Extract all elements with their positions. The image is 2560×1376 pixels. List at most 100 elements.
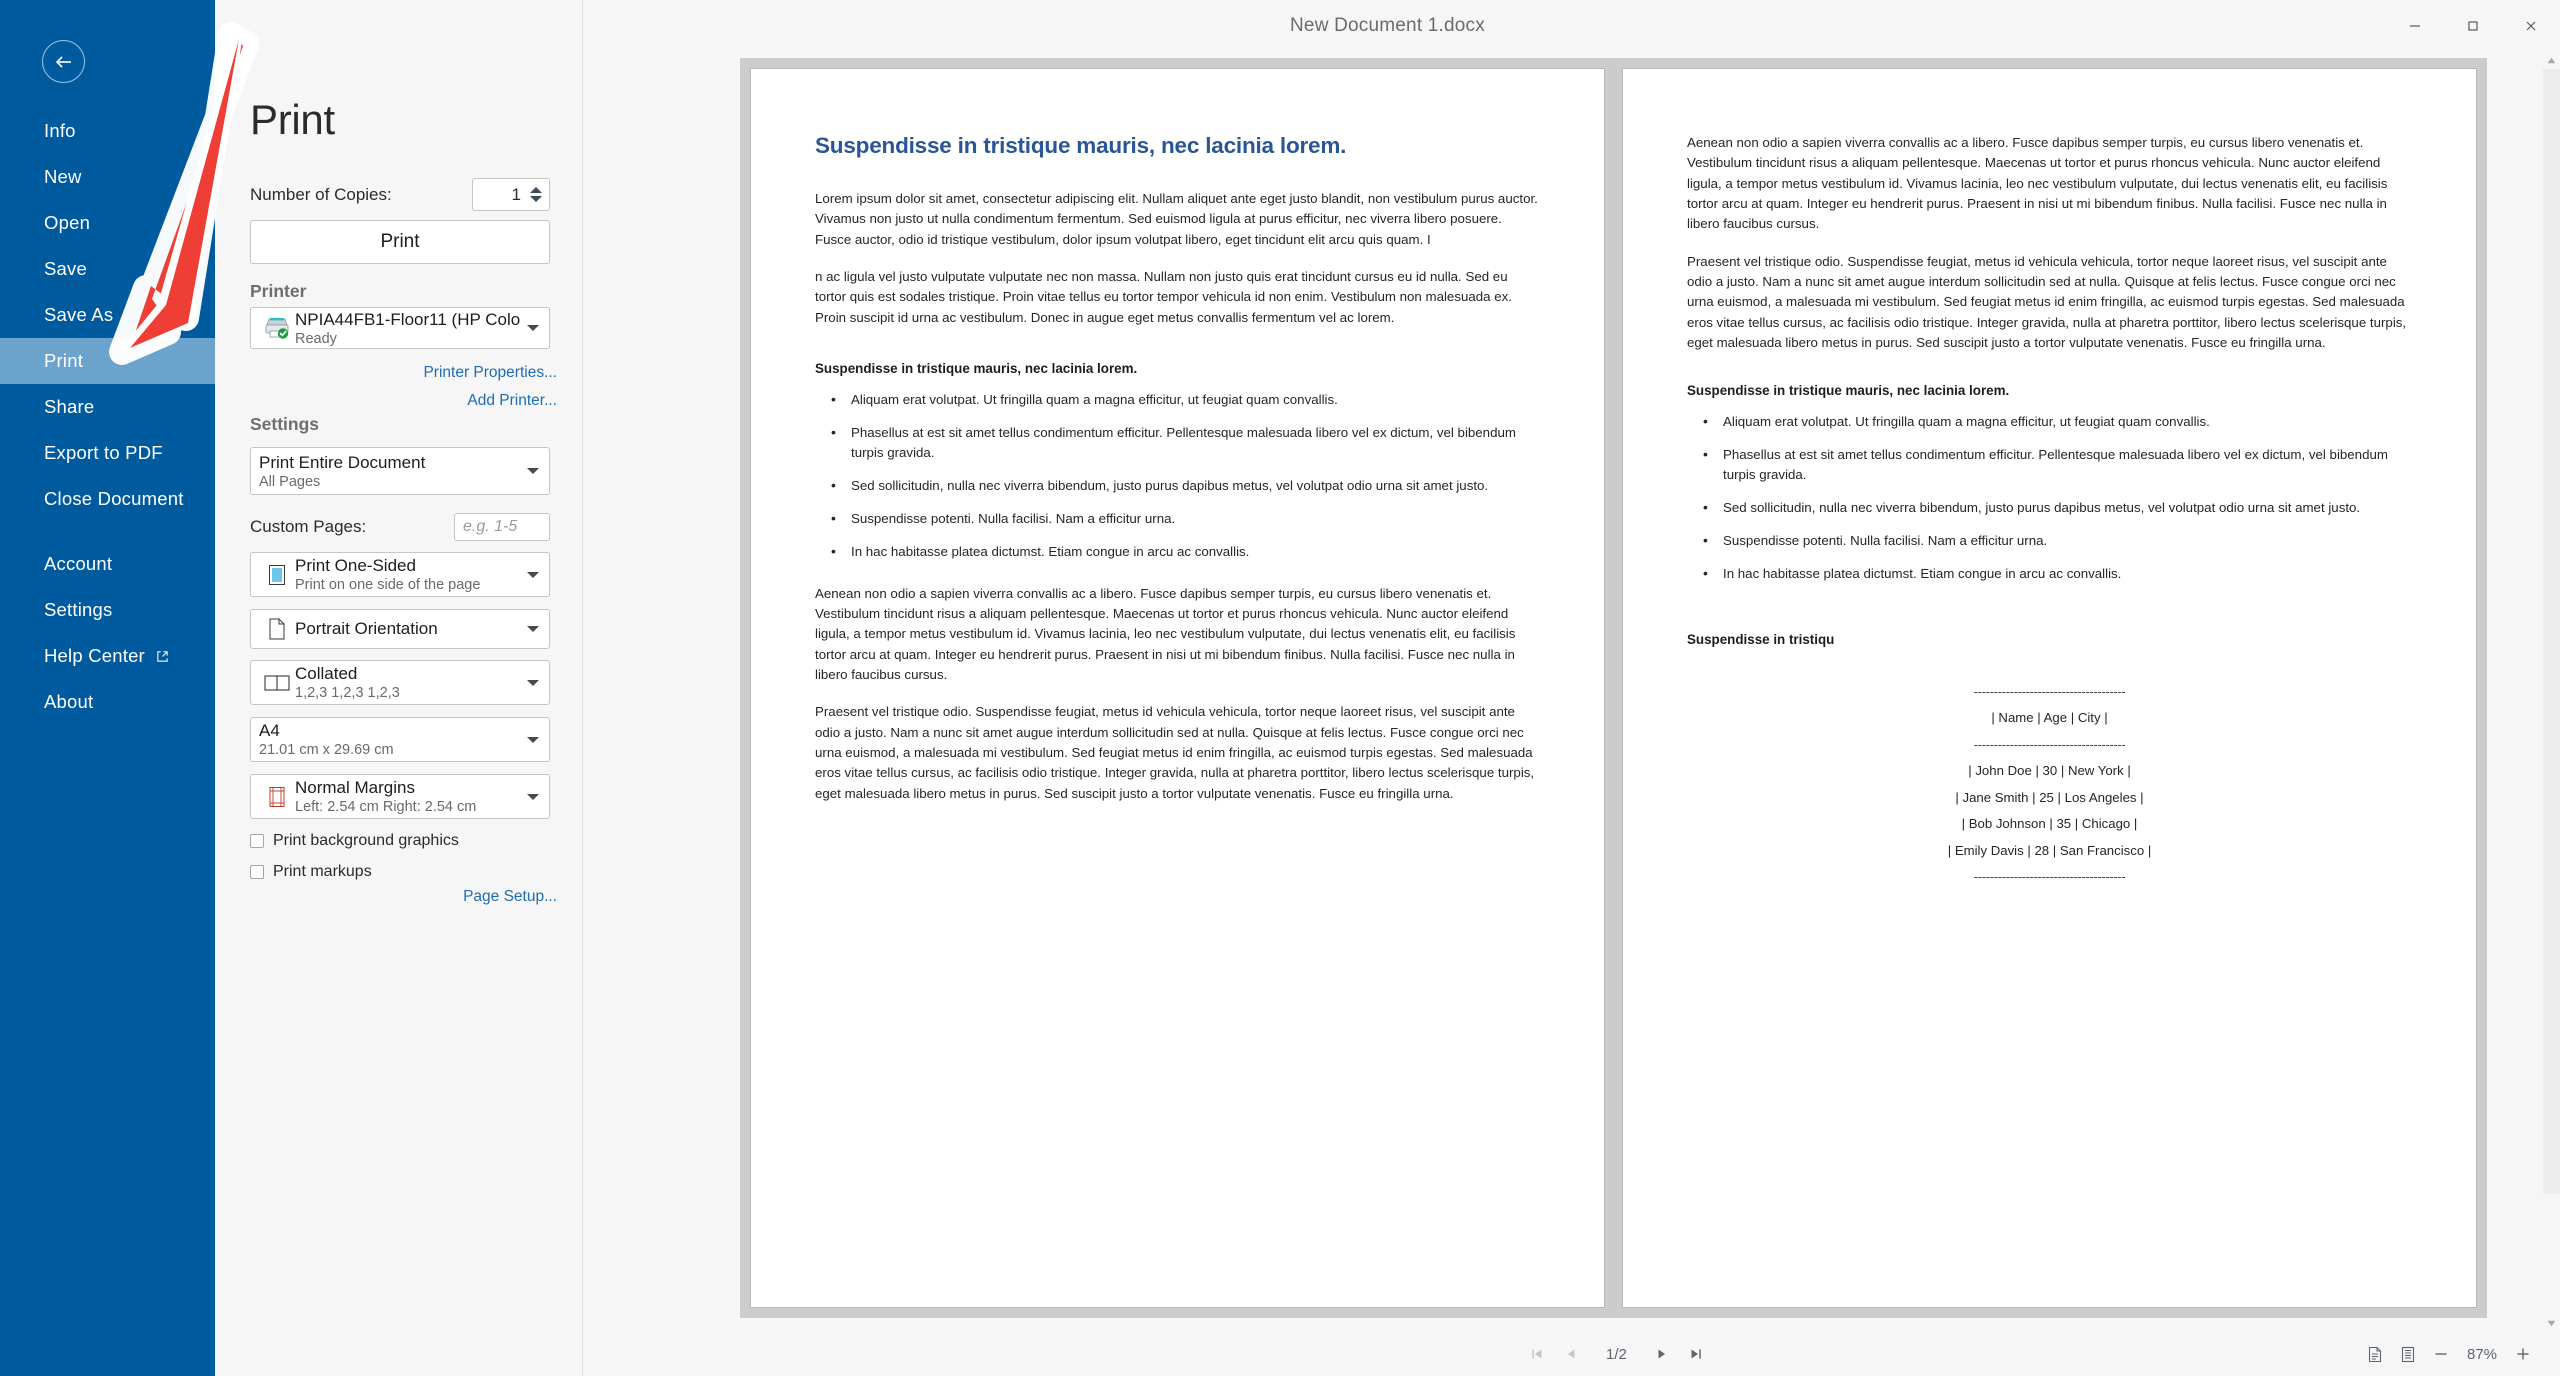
sidebar-item-settings[interactable]: Settings xyxy=(0,587,215,633)
document-paragraph: n ac ligula vel justo vulputate vulputat… xyxy=(815,269,1512,325)
stepper-down-icon[interactable] xyxy=(530,196,542,202)
last-page-button[interactable] xyxy=(1681,1339,1711,1369)
scroll-down-icon[interactable] xyxy=(2543,1315,2560,1332)
collation-text: Collated 1,2,3 1,2,3 1,2,3 xyxy=(295,664,521,701)
stepper-up-icon[interactable] xyxy=(530,187,542,193)
sidebar-item-label: Close Document xyxy=(44,488,184,509)
chevron-down-icon[interactable] xyxy=(527,468,539,474)
print-sides-select[interactable]: Print One-Sided Print on one side of the… xyxy=(250,552,550,597)
sidebar-item-label: Account xyxy=(44,553,113,574)
printer-section-heading: Printer xyxy=(250,281,307,301)
print-scope-select[interactable]: Print Entire Document All Pages xyxy=(250,447,550,495)
sidebar-item-info[interactable]: Info xyxy=(0,108,215,154)
next-page-button[interactable] xyxy=(1647,1339,1677,1369)
copies-value[interactable]: 1 xyxy=(473,185,529,205)
paper-size-select[interactable]: A4 21.01 cm x 29.69 cm xyxy=(250,717,550,762)
print-sides-sub: Print on one side of the page xyxy=(295,577,481,593)
zoom-out-button[interactable] xyxy=(2426,1339,2456,1369)
collation-select[interactable]: Collated 1,2,3 1,2,3 1,2,3 xyxy=(250,660,550,705)
table-row: | Jane Smith | 25 | Los Angeles | xyxy=(1955,789,2144,805)
scroll-up-icon[interactable] xyxy=(2543,52,2560,69)
orientation-text: Portrait Orientation xyxy=(295,619,521,639)
chevron-down-icon[interactable] xyxy=(527,793,539,800)
document-heading-2: Suspendisse in tristique mauris, nec lac… xyxy=(1687,383,2010,399)
sidebar-item-about[interactable]: About xyxy=(0,679,215,725)
preview-vertical-scrollbar[interactable] xyxy=(2543,52,2560,1332)
chevron-down-icon[interactable] xyxy=(527,626,539,632)
first-page-button[interactable] xyxy=(1522,1339,1552,1369)
document-paragraph: Lorem ipsum dolor sit amet, consectetur … xyxy=(815,191,1538,247)
sidebar-item-account[interactable]: Account xyxy=(0,541,215,587)
table-header-row: | Name | Age | City | xyxy=(1991,710,2108,726)
sidebar-item-save-as[interactable]: Save As xyxy=(0,292,215,338)
copies-stepper-arrows[interactable] xyxy=(529,179,549,210)
document-paragraph: Aenean non odio a sapien viverra convall… xyxy=(1687,135,2388,232)
ascii-table: -------------------------------------- |… xyxy=(1687,679,2412,890)
multiple-page-view-icon[interactable] xyxy=(2393,1339,2423,1369)
collated-icon xyxy=(259,673,295,693)
chevron-down-icon[interactable] xyxy=(527,325,539,331)
printer-info: NPIA44FB1-Floor11 (HP Colo... Ready xyxy=(295,310,521,347)
list-item: Aliquam erat volutpat. Ut fringilla quam… xyxy=(1687,411,2412,432)
orientation-select[interactable]: Portrait Orientation xyxy=(250,609,550,649)
window-title: New Document 1.docx xyxy=(1290,15,1485,36)
sidebar-item-label: Info xyxy=(44,120,76,141)
custom-pages-input[interactable]: e.g. 1-5 xyxy=(454,513,550,541)
list-item: Phasellus at est sit amet tellus condime… xyxy=(1687,444,2412,485)
zoom-in-button[interactable] xyxy=(2508,1339,2538,1369)
margins-sub: Left: 2.54 cm Right: 2.54 cm xyxy=(295,799,477,815)
settings-section-heading: Settings xyxy=(250,414,320,434)
margins-select[interactable]: Normal Margins Left: 2.54 cm Right: 2.54… xyxy=(250,774,550,819)
add-printer-link[interactable]: Add Printer... xyxy=(467,392,557,410)
printer-select[interactable]: NPIA44FB1-Floor11 (HP Colo... Ready xyxy=(250,307,550,349)
page-setup-link[interactable]: Page Setup... xyxy=(463,888,557,906)
sidebar-item-print[interactable]: Print xyxy=(0,338,215,384)
sidebar-item-export-to-pdf[interactable]: Export to PDF xyxy=(0,430,215,476)
preview-status-bar: 1/2 87% xyxy=(584,1332,2560,1376)
sidebar-item-share[interactable]: Share xyxy=(0,384,215,430)
restore-icon[interactable] xyxy=(2444,0,2502,52)
preview-page-1[interactable]: Suspendisse in tristique mauris, nec lac… xyxy=(740,58,1615,1318)
window-controls xyxy=(2386,0,2560,52)
list-item: In hac habitasse platea dictumst. Etiam … xyxy=(1687,563,2412,584)
page-navigation-group: 1/2 xyxy=(1522,1339,1711,1369)
table-rule-top: -------------------------------------- xyxy=(1973,684,2126,700)
printer-icon xyxy=(259,316,295,340)
print-settings-panel: Print Number of Copies: 1 Print Printer xyxy=(215,0,583,1376)
previous-page-button[interactable] xyxy=(1556,1339,1586,1369)
printer-properties-link[interactable]: Printer Properties... xyxy=(423,364,557,382)
print-markups-row[interactable]: Print markups xyxy=(250,863,372,881)
print-background-graphics-checkbox[interactable] xyxy=(250,834,264,848)
chevron-down-icon[interactable] xyxy=(527,736,539,743)
back-arrow-icon[interactable] xyxy=(42,40,85,83)
sidebar-item-close-document[interactable]: Close Document xyxy=(0,476,215,522)
table-row: | John Doe | 30 | New York | xyxy=(1968,763,2131,779)
preview-page-2[interactable]: Aenean non odio a sapien viverra convall… xyxy=(1612,58,2487,1318)
one-page-view-icon[interactable] xyxy=(2360,1339,2390,1369)
sidebar-item-new[interactable]: New xyxy=(0,154,215,200)
sidebar-item-open[interactable]: Open xyxy=(0,200,215,246)
close-icon[interactable] xyxy=(2502,0,2560,52)
sidebar-item-help-center[interactable]: Help Center xyxy=(0,633,215,679)
sidebar-item-label: Print xyxy=(44,350,84,371)
copies-stepper[interactable]: 1 xyxy=(472,178,550,211)
sidebar-item-save[interactable]: Save xyxy=(0,246,215,292)
chevron-down-icon[interactable] xyxy=(527,679,539,686)
print-button[interactable]: Print xyxy=(250,220,550,264)
document-bullet-list: Aliquam erat volutpat. Ut fringilla quam… xyxy=(815,389,1540,562)
table-row: | Bob Johnson | 35 | Chicago | xyxy=(1961,816,2138,832)
print-background-graphics-row[interactable]: Print background graphics xyxy=(250,832,459,850)
collation-title: Collated xyxy=(295,664,358,683)
margins-text: Normal Margins Left: 2.54 cm Right: 2.54… xyxy=(295,778,521,815)
document-heading-1: Suspendisse in tristique mauris, nec lac… xyxy=(815,133,1347,158)
print-markups-checkbox[interactable] xyxy=(250,865,264,879)
list-item: Suspendisse potenti. Nulla facilisi. Nam… xyxy=(815,508,1540,529)
table-row: | Emily Davis | 28 | San Francisco | xyxy=(1947,842,2152,858)
custom-pages-row: Custom Pages: e.g. 1-5 xyxy=(250,512,550,542)
minimize-icon[interactable] xyxy=(2386,0,2444,52)
margins-title: Normal Margins xyxy=(295,778,415,797)
chevron-down-icon[interactable] xyxy=(527,571,539,578)
zoom-level[interactable]: 87% xyxy=(2459,1346,2505,1363)
document-heading-2: Suspendisse in tristiqu xyxy=(1687,632,1835,648)
scrollbar-thumb[interactable] xyxy=(2543,69,2560,1194)
